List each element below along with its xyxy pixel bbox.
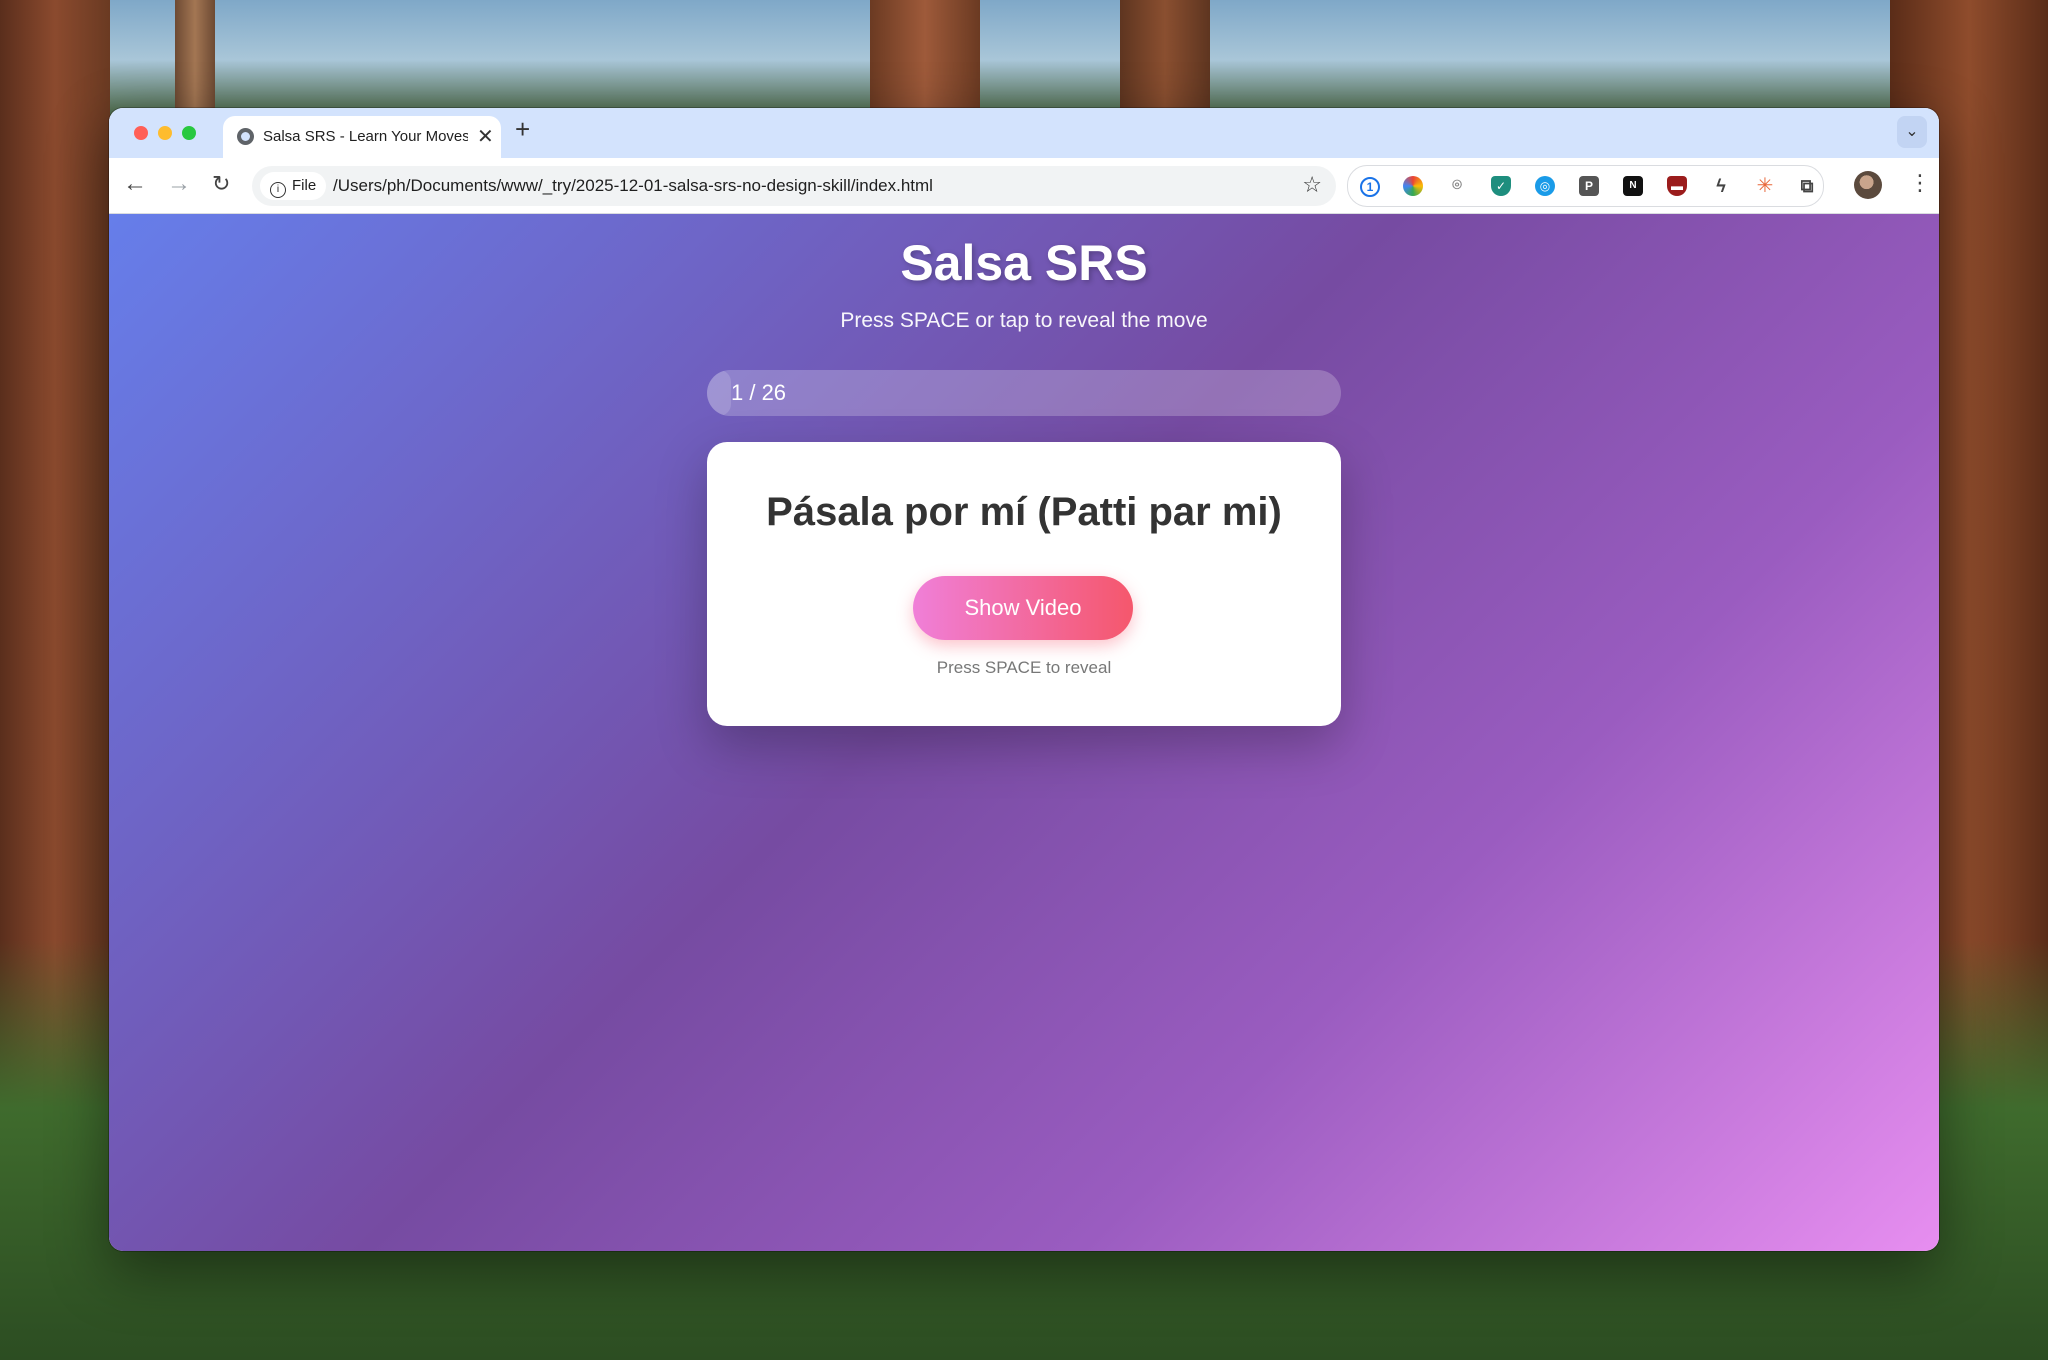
color-wheel-icon[interactable] (1403, 176, 1423, 196)
url-text[interactable]: /Users/ph/Documents/www/_try/2025-12-01-… (333, 176, 933, 196)
puzzle-icon[interactable]: ⧉ (1797, 176, 1817, 196)
forward-button[interactable]: → (167, 170, 191, 198)
flashcard[interactable]: Pásala por mí (Patti par mi) Show Video … (707, 442, 1341, 726)
back-button[interactable]: ← (123, 170, 147, 198)
reveal-hint: Press SPACE to reveal (936, 658, 1112, 677)
tab-title: Salsa SRS - Learn Your Moves (263, 128, 468, 145)
bolt-icon[interactable]: ϟ (1711, 176, 1731, 196)
app-subtitle: Press SPACE or tap to reveal the move (840, 309, 1208, 332)
bookmark-star-icon[interactable]: ☆ (1302, 172, 1322, 198)
app-title: Salsa SRS (900, 235, 1148, 291)
site-info-label: File (292, 177, 317, 194)
asterisk-icon[interactable]: ✳ (1755, 176, 1775, 196)
tab-active[interactable]: Salsa SRS - Learn Your Moves ✕ (223, 116, 501, 158)
globe-icon (237, 128, 254, 145)
browser-toolbar: ← → ↻ i File /Users/ph/Documents/www/_try… (109, 158, 1939, 214)
tab-bar: Salsa SRS - Learn Your Moves ✕ + ⌄ (109, 108, 1939, 158)
progress-text: 1 / 26 (731, 380, 787, 405)
new-tab-button[interactable]: + (515, 114, 530, 145)
wallpaper-sky (0, 0, 2048, 120)
move-name: Pásala por mí (Patti par mi) (766, 490, 1282, 534)
close-tab-icon[interactable]: ✕ (477, 124, 494, 149)
close-window-button[interactable] (134, 126, 148, 140)
progress-fill (707, 370, 732, 416)
progress-bar: 1 / 26 (707, 370, 1341, 416)
1password-icon[interactable]: 1 (1360, 177, 1380, 197)
show-video-button[interactable]: Show Video (913, 576, 1133, 640)
ublock-shield-icon[interactable]: ▬ (1667, 176, 1687, 196)
address-bar[interactable]: i File /Users/ph/Documents/www/_try/2025-… (252, 166, 1336, 206)
shield-check-icon[interactable]: ✓ (1491, 176, 1511, 196)
reload-button[interactable]: ↻ (212, 171, 230, 197)
notion-icon[interactable]: N (1623, 176, 1643, 196)
info-icon: i (270, 182, 286, 198)
more-menu-icon[interactable]: ⋮ (1909, 170, 1931, 196)
minimize-window-button[interactable] (158, 126, 172, 140)
maximize-window-button[interactable] (182, 126, 196, 140)
tab-search-button[interactable]: ⌄ (1897, 116, 1927, 148)
site-info-chip[interactable]: i File (260, 172, 327, 200)
camera-icon[interactable]: ⌾ (1447, 176, 1467, 196)
profile-avatar[interactable] (1854, 171, 1882, 199)
globe-blue-icon[interactable]: ◎ (1535, 176, 1555, 196)
p-icon[interactable]: P (1579, 176, 1599, 196)
page-content: Salsa SRS Press SPACE or tap to reveal t… (109, 214, 1939, 1251)
extensions-area: 1 ⌾ ✓ ◎ P N ▬ ϟ ✳ ⧉ (1347, 165, 1824, 207)
browser-window: Salsa SRS - Learn Your Moves ✕ + ⌄ ← → ↻… (109, 108, 1939, 1251)
